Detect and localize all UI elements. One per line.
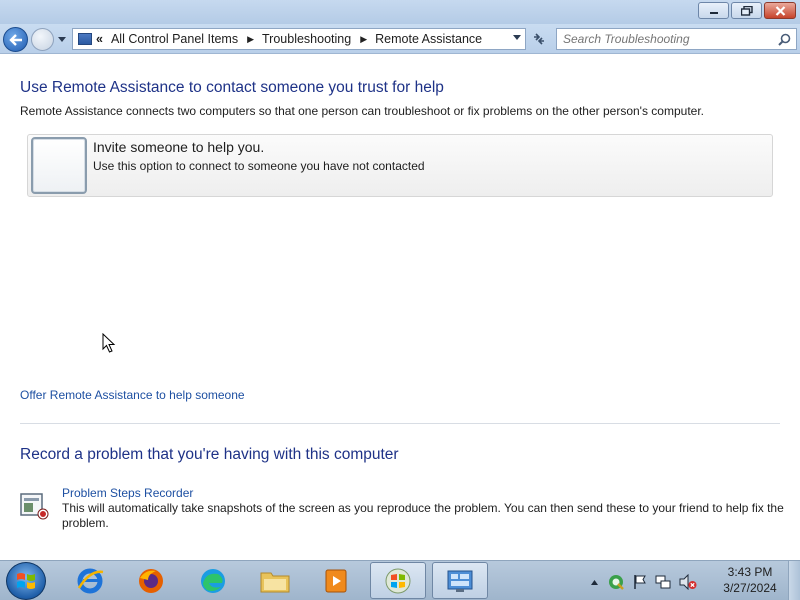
system-tray xyxy=(590,573,697,591)
volume-muted-icon[interactable] xyxy=(679,574,697,590)
breadcrumb-separator-icon[interactable]: ▶ xyxy=(247,34,254,45)
windows-logo-icon xyxy=(17,573,35,589)
refresh-icon xyxy=(534,33,544,45)
media-player-icon xyxy=(325,569,347,592)
minimize-button[interactable] xyxy=(698,2,729,19)
breadcrumb: All Control Panel Items ▶ Troubleshootin… xyxy=(111,32,482,46)
navigation-bar: « All Control Panel Items ▶ Troubleshoot… xyxy=(0,24,800,54)
clock-date: 3/27/2024 xyxy=(723,581,777,595)
address-bar[interactable]: « All Control Panel Items ▶ Troubleshoot… xyxy=(72,28,526,50)
close-button[interactable] xyxy=(764,2,796,19)
back-arrow-icon xyxy=(8,33,22,46)
problem-steps-recorder-link[interactable]: Problem Steps Recorder xyxy=(62,486,193,500)
mouse-pointer-icon xyxy=(102,333,116,353)
title-bar xyxy=(0,0,800,24)
breadcrumb-remote-assistance[interactable]: Remote Assistance xyxy=(375,32,482,46)
firefox-icon xyxy=(139,568,163,593)
clock-time: 3:43 PM xyxy=(727,565,773,579)
show-desktop-button[interactable] xyxy=(788,561,800,600)
taskbar: 3:43 PM 3/27/2024 xyxy=(0,560,800,600)
invite-someone-button[interactable]: Invite someone to help you. Use this opt… xyxy=(27,134,773,197)
page-heading: Use Remote Assistance to contact someone… xyxy=(20,79,444,96)
breadcrumb-overflow[interactable]: « xyxy=(96,32,103,46)
search-icon[interactable] xyxy=(778,33,791,46)
breadcrumb-all-control-panel-items[interactable]: All Control Panel Items xyxy=(111,32,238,46)
window-controls xyxy=(698,2,796,19)
file-explorer-taskbar-button[interactable] xyxy=(247,562,303,599)
breadcrumb-troubleshooting[interactable]: Troubleshooting xyxy=(262,32,351,46)
control-panel-icon xyxy=(78,33,92,45)
breadcrumb-separator-icon[interactable]: ▶ xyxy=(360,34,367,45)
windows-flag-icon xyxy=(385,568,411,593)
clock[interactable]: 3:43 PM 3/27/2024 xyxy=(718,564,782,596)
control-panel-icon xyxy=(447,570,473,592)
section-divider xyxy=(20,423,780,424)
media-player-taskbar-button[interactable] xyxy=(308,562,364,599)
action-center-flag-icon[interactable] xyxy=(633,574,647,590)
record-problem-heading: Record a problem that you're having with… xyxy=(20,446,399,463)
refresh-button[interactable] xyxy=(528,29,550,49)
back-button[interactable] xyxy=(3,27,28,52)
show-hidden-icons-icon[interactable] xyxy=(590,578,599,586)
start-button[interactable] xyxy=(6,562,46,600)
search-input[interactable] xyxy=(557,32,767,46)
recent-pages-dropdown-icon[interactable] xyxy=(57,36,67,44)
problem-steps-recorder-description: This will automatically take snapshots o… xyxy=(62,501,784,530)
main-content: Use Remote Assistance to contact someone… xyxy=(0,55,800,560)
offer-remote-assistance-link[interactable]: Offer Remote Assistance to help someone xyxy=(20,388,245,402)
control-panel-taskbar-button[interactable] xyxy=(432,562,488,599)
edge-taskbar-button[interactable] xyxy=(185,562,241,599)
internet-explorer-taskbar-button[interactable] xyxy=(62,562,118,599)
firefox-taskbar-button[interactable] xyxy=(123,562,179,599)
address-dropdown-icon[interactable] xyxy=(513,35,521,41)
restore-button[interactable] xyxy=(731,2,762,19)
network-icon[interactable] xyxy=(655,574,671,590)
folder-icon xyxy=(260,572,290,592)
internet-explorer-icon xyxy=(77,568,104,593)
invite-title: Invite someone to help you. xyxy=(93,139,265,155)
search-box[interactable] xyxy=(556,28,797,50)
invite-icon xyxy=(31,137,87,194)
forward-button[interactable] xyxy=(31,28,54,51)
problem-steps-recorder-icon xyxy=(20,493,49,520)
edge-icon xyxy=(201,568,225,593)
windows-app-taskbar-button[interactable] xyxy=(370,562,426,599)
page-description: Remote Assistance connects two computers… xyxy=(20,104,704,118)
network-update-icon[interactable] xyxy=(607,573,625,591)
invite-subtitle: Use this option to connect to someone yo… xyxy=(93,159,425,173)
